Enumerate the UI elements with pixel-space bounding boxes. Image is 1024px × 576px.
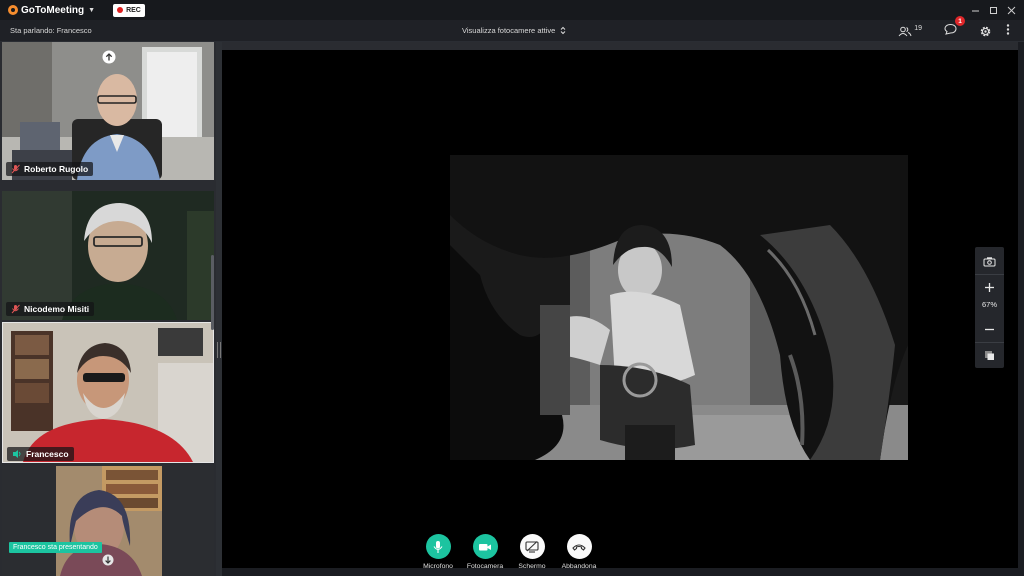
- attendee-count: 19: [914, 25, 922, 32]
- zoom-panel: 67%: [975, 247, 1004, 368]
- view-select-label: Visualizza fotocamere attive: [462, 26, 556, 35]
- app-menu[interactable]: GoToMeeting ▼: [8, 5, 95, 16]
- up-down-chevron-icon: [560, 26, 566, 35]
- divider: [975, 342, 1004, 343]
- more-vertical-icon: [1006, 24, 1010, 35]
- rec-label: REC: [126, 6, 141, 14]
- participant-video: [3, 323, 213, 462]
- zoom-level: 67%: [981, 300, 997, 309]
- minimize-icon: [971, 10, 979, 11]
- shared-photo: [450, 155, 908, 460]
- maximize-icon: [989, 6, 997, 14]
- chat-button[interactable]: 1: [944, 16, 965, 40]
- microphone-muted-icon: [11, 304, 20, 314]
- arrow-down-icon: [102, 554, 114, 566]
- zoom-out-button[interactable]: [979, 319, 1000, 339]
- participants-sidebar: Roberto Rugolo Nicodemo Misiti Francesco…: [0, 42, 216, 576]
- app-name: GoToMeeting: [21, 4, 85, 16]
- microphone-muted-icon: [11, 164, 20, 174]
- leave-button[interactable]: Abbandona: [549, 534, 609, 570]
- participant-name: Francesco: [26, 449, 69, 459]
- camera-icon: [472, 534, 498, 559]
- attendees-icon: [898, 26, 912, 36]
- attendees-button[interactable]: 19: [898, 25, 922, 37]
- minus-icon: [985, 328, 994, 330]
- video-tile[interactable]: Roberto Rugolo: [2, 42, 214, 180]
- participant-name: Nicodemo Misiti: [24, 304, 90, 314]
- scroll-down-button[interactable]: [102, 553, 114, 571]
- grip-icon: [217, 342, 221, 358]
- video-tile[interactable]: Nicodemo Misiti: [2, 191, 214, 320]
- hang-up-icon: [566, 534, 592, 559]
- screen-share-icon: [519, 534, 545, 559]
- title-bar: GoToMeeting ▼ REC: [0, 0, 1024, 20]
- video-tile[interactable]: Francesco: [2, 322, 214, 463]
- microphone-speaking-icon: [13, 450, 21, 458]
- participant-name: Roberto Rugolo: [24, 164, 89, 174]
- view-select[interactable]: Visualizza fotocamere attive: [462, 26, 566, 35]
- record-dot-icon: [117, 7, 124, 13]
- more-options-button[interactable]: [1006, 24, 1010, 38]
- close-button[interactable]: [1002, 0, 1020, 20]
- chat-bubble-icon: [944, 23, 957, 35]
- plus-icon: [985, 282, 994, 292]
- leave-label: Abbandona: [561, 563, 597, 570]
- microphone-icon: [425, 534, 451, 559]
- participant-name-tag: Nicodemo Misiti: [6, 302, 95, 316]
- presenter-badge: Francesco sta presentando: [9, 542, 102, 553]
- chevron-down-icon: ▼: [88, 6, 96, 14]
- info-bar: Sta parlando: Francesco Visualizza fotoc…: [0, 16, 1024, 42]
- copy-window-icon: [985, 350, 994, 360]
- chat-badge: 1: [955, 16, 965, 26]
- participant-name-tag: Francesco: [7, 447, 74, 461]
- goto-logo-icon: [8, 5, 18, 15]
- stage-header: [222, 42, 1018, 50]
- zoom-in-button[interactable]: [979, 277, 1000, 297]
- app-window: GoToMeeting ▼ REC Sta parlando: Francesc…: [0, 0, 1024, 576]
- shared-content-image: [450, 155, 908, 460]
- speaking-indicator: Sta parlando: Francesco: [10, 26, 92, 35]
- settings-button[interactable]: [979, 25, 992, 38]
- sidebar-scrollbar[interactable]: [211, 255, 214, 330]
- camera-snapshot-icon: [983, 256, 996, 266]
- arrow-up-icon: [102, 50, 116, 64]
- recording-indicator[interactable]: REC: [113, 3, 145, 17]
- pop-out-button[interactable]: [979, 345, 1000, 365]
- participant-video: [2, 191, 214, 320]
- gear-icon: [980, 26, 991, 36]
- maximize-button[interactable]: [984, 0, 1002, 20]
- snapshot-button[interactable]: [979, 251, 1000, 271]
- scroll-up-button[interactable]: [102, 50, 116, 69]
- participant-name-tag: Roberto Rugolo: [6, 162, 94, 176]
- minimize-button[interactable]: [966, 0, 984, 20]
- video-tile[interactable]: Francesco sta presentando: [2, 466, 214, 576]
- close-icon: [1007, 6, 1015, 14]
- divider: [975, 274, 1004, 275]
